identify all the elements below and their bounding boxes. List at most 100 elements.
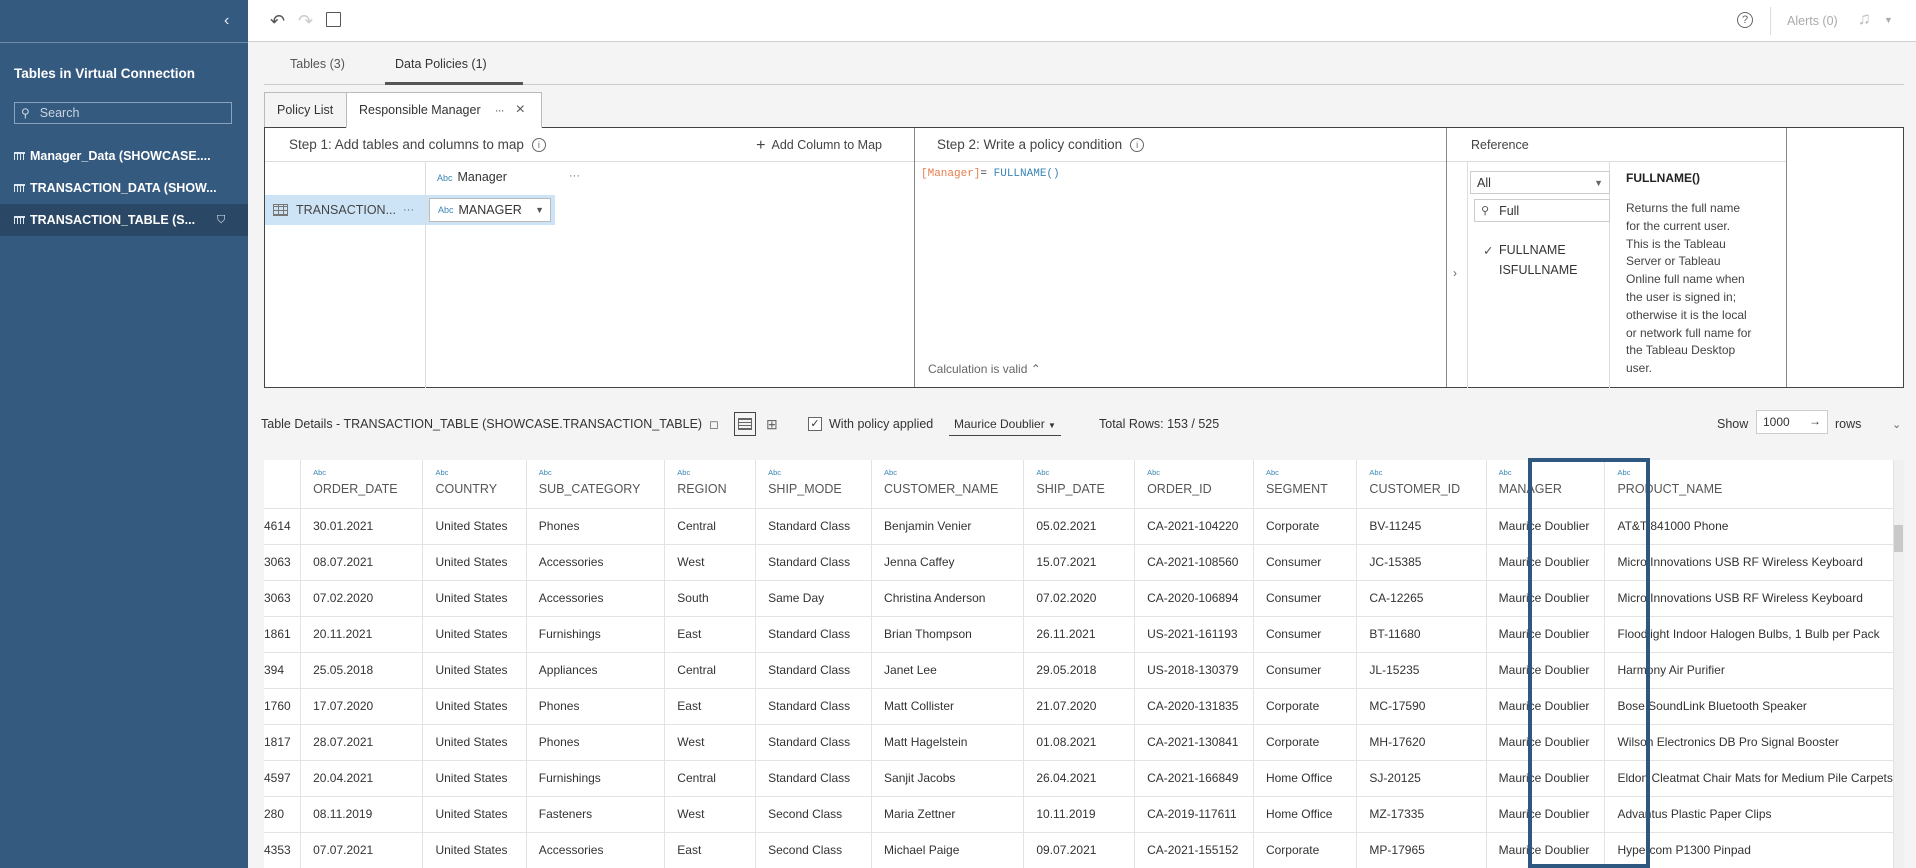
close-icon[interactable]: ×: [516, 101, 525, 119]
table-cell: CA-2021-166849: [1134, 760, 1254, 797]
more-options-icon[interactable]: ···: [569, 170, 580, 182]
column-header-segment[interactable]: Abc SEGMENT: [1253, 460, 1358, 509]
table-row[interactable]: 1861 20.11.2021 United States Furnishings Ea…: [264, 616, 1894, 653]
string-type-icon: Abc: [1036, 468, 1050, 477]
string-type-icon: Abc: [438, 205, 454, 215]
arrow-right-icon[interactable]: →: [1809, 414, 1821, 428]
alerts-button[interactable]: Alerts (0): [1787, 14, 1838, 28]
column-header-customer-id[interactable]: Abc CUSTOMER_ID: [1356, 460, 1487, 509]
function-item-fullname[interactable]: ✓ FULLNAME: [1483, 243, 1566, 258]
column-header-label: SEGMENT: [1265, 482, 1328, 496]
card-view-icon[interactable]: ⊞: [766, 416, 778, 433]
bell-icon[interactable]: ♫: [1858, 9, 1871, 29]
plus-icon: +: [756, 137, 766, 154]
table-row[interactable]: 4614 30.01.2021 United States Phones Central…: [264, 508, 1894, 545]
info-icon[interactable]: i: [1130, 138, 1145, 153]
tab-tables[interactable]: Tables (3): [290, 57, 345, 71]
mapping-table-row[interactable]: TRANSACTION... ···: [265, 195, 425, 225]
table-icon: [14, 184, 25, 192]
table-row[interactable]: 3063 08.07.2021 United States Accessories We…: [264, 544, 1894, 581]
grid-view-button[interactable]: [734, 412, 756, 436]
save-icon[interactable]: [326, 12, 341, 27]
scrollbar-thumb[interactable]: [1894, 525, 1903, 552]
column-header-manager[interactable]: Abc MANAGER: [1486, 460, 1606, 509]
step2-title: Step 2: Write a policy condition i: [937, 137, 1145, 153]
table-cell: East: [664, 688, 757, 725]
column-mapping-select[interactable]: Abc MANAGER ▼: [429, 198, 551, 222]
table-row[interactable]: 1817 28.07.2021 United States Phones West Sta…: [264, 724, 1894, 761]
column-header-customer-name[interactable]: Abc CUSTOMER_NAME: [871, 460, 1025, 509]
vertical-scrollbar[interactable]: [1894, 460, 1904, 868]
tab-label: Policy List: [277, 103, 334, 117]
table-row[interactable]: 4597 20.04.2021 United States Furnishings Ce…: [264, 760, 1894, 797]
table-cell: South: [664, 580, 757, 617]
table-cell: Furnishings: [526, 760, 666, 797]
function-name: FULLNAME(): [1626, 171, 1700, 185]
function-item-isfullname[interactable]: ISFULLNAME: [1499, 263, 1578, 277]
table-cell: Central: [664, 652, 757, 689]
sidebar-item-label: Manager_Data (SHOWCASE....: [30, 149, 211, 163]
table-cell: Consumer: [1253, 616, 1358, 653]
function-category-select[interactable]: All ▼: [1470, 171, 1610, 194]
sidebar-item-manager-data[interactable]: Manager_Data (SHOWCASE....: [0, 140, 248, 172]
more-options-icon[interactable]: ···: [495, 103, 505, 117]
column-header-row-id[interactable]: [264, 460, 302, 509]
policy-condition-editor[interactable]: [Manager]= FULLNAME(): [921, 168, 1060, 180]
data-table: Abc ORDER_DATE Abc COUNTRY Abc SUB_CATEGORY Ab…: [264, 460, 1894, 868]
column-header-ship-date[interactable]: Abc SHIP_DATE: [1023, 460, 1136, 509]
table-cell: 4614: [264, 508, 302, 545]
sidebar-item-transaction-data[interactable]: TRANSACTION_DATA (SHOW...: [0, 172, 248, 204]
calculation-status[interactable]: Calculation is valid ⌃: [928, 362, 1041, 376]
table-cell: Maurice Doublier: [1486, 832, 1606, 868]
chevron-down-icon[interactable]: ▼: [1884, 15, 1893, 25]
more-options-icon[interactable]: ···: [403, 204, 414, 216]
tab-responsible-manager[interactable]: Responsible Manager ··· ×: [346, 92, 542, 128]
chevron-down-icon[interactable]: ⌄: [1892, 418, 1901, 431]
table-row[interactable]: 3063 07.02.2020 United States Accessories So…: [264, 580, 1894, 617]
table-row[interactable]: 280 08.11.2019 United States Fasteners West S…: [264, 796, 1894, 833]
table-row[interactable]: 4353 07.07.2021 United States Accessories Ea…: [264, 832, 1894, 868]
collapse-sidebar-icon[interactable]: ‹: [224, 12, 229, 30]
column-header-sub-category[interactable]: Abc SUB_CATEGORY: [526, 460, 666, 509]
tab-policy-list[interactable]: Policy List: [264, 92, 347, 128]
table-cell: Furnishings: [526, 616, 666, 653]
column-header-country[interactable]: Abc COUNTRY: [422, 460, 527, 509]
rows-label: rows: [1835, 417, 1862, 431]
sidebar-item-transaction-table[interactable]: TRANSACTION_TABLE (S... ⛉: [0, 204, 248, 236]
info-icon[interactable]: i: [531, 138, 546, 153]
code-function: FULLNAME(): [993, 168, 1060, 180]
app-root: ‹ Tables in Virtual Connection ⚲ Search …: [0, 0, 1916, 868]
table-cell: Phones: [526, 724, 666, 761]
with-policy-checkbox[interactable]: ✓: [808, 417, 822, 431]
column-header-product-name[interactable]: Abc PRODUCT_NAME: [1604, 460, 1894, 509]
chevron-right-icon[interactable]: ›: [1453, 266, 1457, 280]
function-search-input[interactable]: ⚲ Full: [1474, 199, 1610, 222]
rows-count-input[interactable]: 1000 →: [1756, 410, 1828, 434]
column-header-region[interactable]: Abc REGION: [664, 460, 757, 509]
table-row[interactable]: 1760 17.07.2020 United States Phones East Sta…: [264, 688, 1894, 725]
column-header-label: CUSTOMER_ID: [1369, 482, 1461, 496]
redo-icon[interactable]: ↷: [298, 11, 313, 32]
table-cell: CA-2020-106894: [1134, 580, 1254, 617]
table-cell: US-2018-130379: [1134, 652, 1254, 689]
sidebar-search-input[interactable]: ⚲ Search: [14, 102, 232, 124]
table-cell: Maurice Doublier: [1486, 688, 1606, 725]
table-cell: 28.07.2021: [300, 724, 424, 761]
tab-data-policies[interactable]: Data Policies (1): [395, 57, 487, 71]
table-icon: [14, 216, 25, 224]
selected-column: MANAGER: [458, 203, 522, 217]
column-header-order-id[interactable]: Abc ORDER_ID: [1134, 460, 1254, 509]
tag-icon[interactable]: ◇: [704, 414, 724, 434]
undo-icon[interactable]: ↶: [270, 11, 285, 32]
table-cell: Matt Hagelstein: [871, 724, 1025, 761]
table-row[interactable]: 394 25.05.2018 United States Appliances Cent…: [264, 652, 1894, 689]
table-cell: United States: [422, 580, 527, 617]
user-select[interactable]: Maurice Doublier ▼: [949, 412, 1061, 436]
add-column-button[interactable]: + Add Column to Map: [756, 137, 882, 155]
column-header-ship-mode[interactable]: Abc SHIP_MODE: [755, 460, 873, 509]
help-icon[interactable]: ?: [1737, 12, 1753, 28]
table-cell: CA-12265: [1356, 580, 1487, 617]
column-header-order-date[interactable]: Abc ORDER_DATE: [300, 460, 424, 509]
function-label: FULLNAME: [1499, 243, 1566, 257]
data-grid[interactable]: Abc ORDER_DATE Abc COUNTRY Abc SUB_CATEGORY Ab…: [264, 460, 1894, 868]
